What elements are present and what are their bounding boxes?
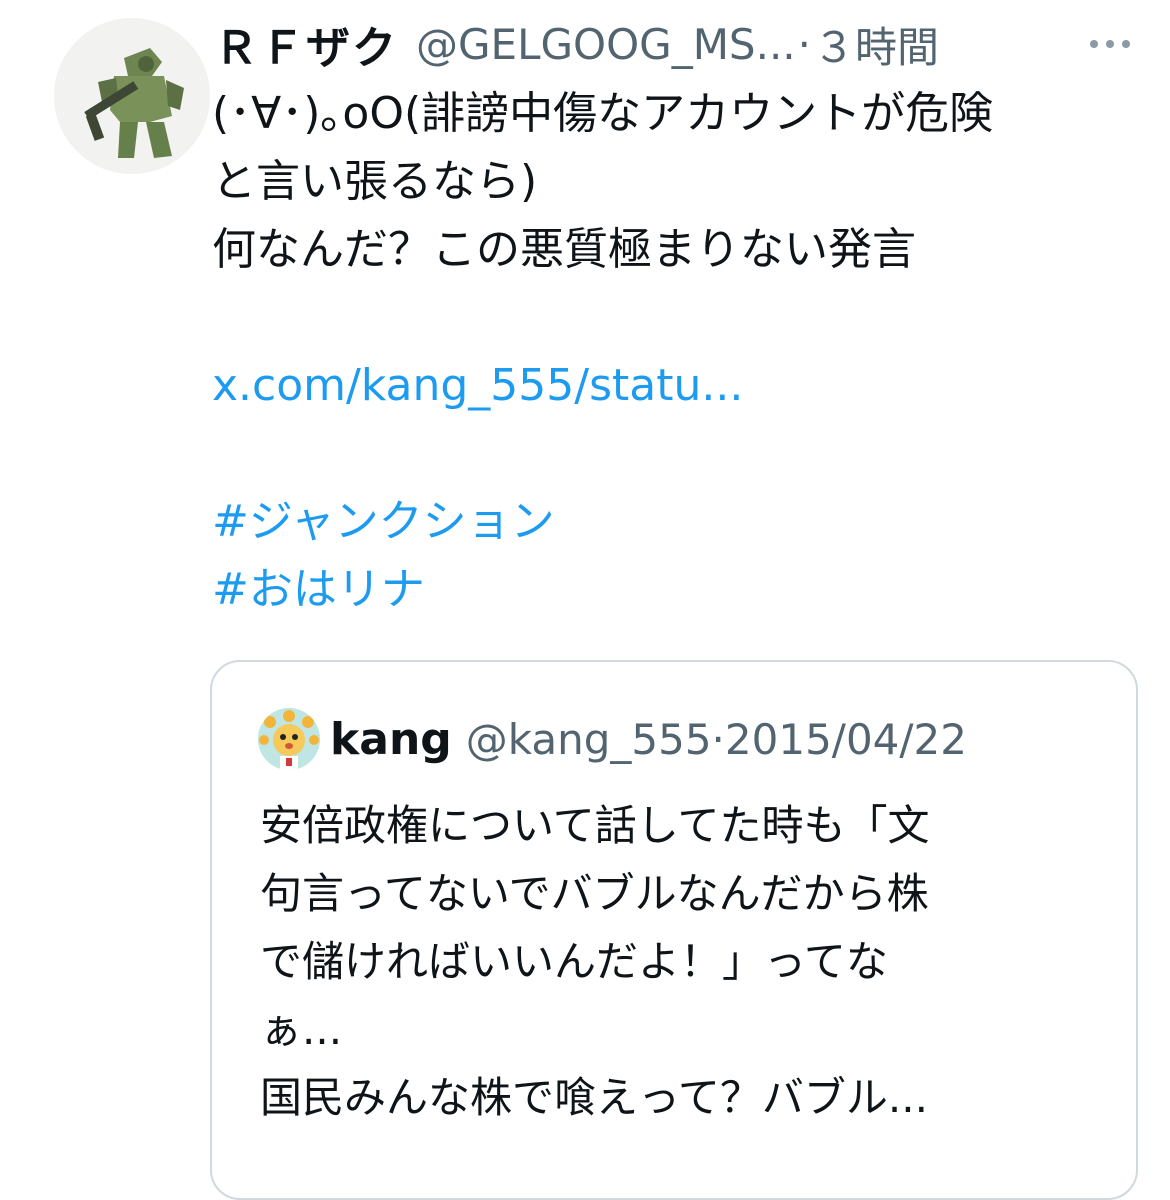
avatar[interactable] xyxy=(54,18,210,174)
display-name[interactable]: ＲＦザク xyxy=(214,12,398,76)
tweet-text: (･∀･)｡oO(誹謗中傷なアカウントが危険 と言い張るなら) 何なんだ？この悪… xyxy=(212,80,1132,624)
mech-avatar-image xyxy=(54,18,210,174)
user-handle[interactable]: @GELGOOG_MS... xyxy=(416,20,796,69)
quoted-text-line: 安倍政権について話してた時も「文 xyxy=(260,801,930,850)
timestamp[interactable]: ３時間 xyxy=(813,14,939,75)
quoted-separator-dot: · xyxy=(711,714,725,764)
quoted-text-line: ぁ... xyxy=(260,1005,343,1054)
quoted-tweet-card[interactable]: kang @kang_555 · 2015/04/22 安倍政権について話してた… xyxy=(210,660,1138,1200)
more-horizontal-icon[interactable] xyxy=(1080,24,1140,64)
quoted-header: kang @kang_555 · 2015/04/22 xyxy=(330,706,967,772)
tweet-header: ＲＦザク @GELGOOG_MS... · ３時間 xyxy=(214,12,1140,76)
quoted-date: 2015/04/22 xyxy=(724,714,967,764)
tweet-link[interactable]: x.com/kang_555/statu... xyxy=(212,352,1132,420)
hashtag-link[interactable]: #ジャンクション xyxy=(212,488,1132,556)
quoted-text: 安倍政権について話してた時も「文 句言ってないでバブルなんだから株 で儲ければい… xyxy=(260,792,1120,1132)
sun-face-avatar-image xyxy=(258,708,320,770)
quoted-text-line: で儲ければいいんだよ！」ってな xyxy=(260,937,888,986)
quoted-text-line: 句言ってないでバブルなんだから株 xyxy=(260,869,929,918)
quoted-text-line: 国民みんな株で喰えって？バブル... xyxy=(260,1073,928,1122)
quoted-display-name[interactable]: kang xyxy=(330,714,452,765)
tweet-text-line: 何なんだ？この悪質極まりない発言 xyxy=(212,224,916,275)
quoted-avatar xyxy=(258,708,320,770)
hashtag-link[interactable]: #おはリナ xyxy=(212,556,1132,624)
separator-dot: · xyxy=(797,19,811,69)
quoted-handle[interactable]: @kang_555 xyxy=(466,715,712,764)
tweet-text-line: と言い張るなら) xyxy=(212,156,538,207)
tweet-text-line: (･∀･)｡oO(誹謗中傷なアカウントが危険 xyxy=(212,88,994,139)
